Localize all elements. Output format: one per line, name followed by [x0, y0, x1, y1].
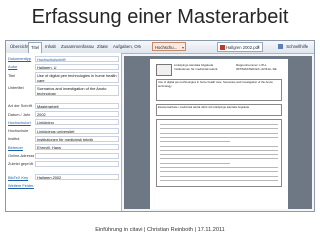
pdf-icon [220, 45, 225, 50]
pdf-tab-label: Hallgren 2002.pdf [226, 45, 260, 50]
close-icon[interactable]: × [257, 43, 260, 51]
form-row: Datum / Jahr 2002 [6, 111, 121, 119]
pdf-text-line [160, 132, 278, 134]
pdf-text-line [160, 171, 278, 173]
pdf-text-line [160, 154, 278, 156]
field-label[interactable]: BibTeX Key [8, 174, 34, 181]
field-input[interactable]: Linköpings universitet [35, 127, 119, 134]
pdf-report-number: Rapportnummer: LiTH-IMT/MASTER-EX--02/31… [236, 63, 277, 71]
slide-title: Erfassung einer Masterarbeit [31, 6, 289, 28]
field-input[interactable]: Masterarbeit [35, 102, 119, 109]
pdf-text-line [160, 175, 278, 177]
form-row: Institut Institutionen för medicinsk tekn… [6, 135, 121, 143]
field-input[interactable]: Institutionen för medicinsk teknik [35, 135, 119, 142]
field-label: Datum / Jahr [8, 111, 31, 117]
pdf-text-line [160, 149, 278, 151]
chevron-down-icon: ▾ [181, 45, 184, 50]
pdf-page: Linköpings tekniska högskola Institution… [150, 59, 288, 209]
form-row: Hochschulort Linköping [6, 119, 121, 127]
tab-tasks[interactable]: Aufgaben, Orte [111, 42, 141, 52]
quick-help-button[interactable]: Schnellhilfe [278, 42, 308, 52]
field-input[interactable]: Scenarios and investigation of the Anoto… [35, 84, 119, 96]
field-label[interactable]: Dokumenttyp [8, 55, 34, 62]
tab-abstract[interactable]: Zusammenfassung [59, 42, 94, 52]
citavi-window: Übersicht Titel Inhalt Zusammenfassung Z… [5, 40, 315, 212]
field-input[interactable] [35, 160, 119, 167]
form-row: Autor Hallgren, U [6, 63, 121, 71]
field-label[interactable]: Weitere Felder... [8, 182, 34, 189]
pdf-text-line [160, 141, 230, 143]
form-row: Weitere Felder... [6, 182, 121, 190]
pdf-abstract-box [156, 119, 282, 187]
pdf-text-line [160, 162, 230, 164]
pdf-info-box: Examensarbete i medicinsk teknik utfört … [156, 104, 282, 116]
field-label[interactable]: Betreuer [8, 144, 34, 151]
form-row: Hochschule Linköpings universitet [6, 127, 121, 135]
field-label[interactable]: Autor [8, 63, 34, 70]
help-icon [278, 44, 283, 50]
pdf-tab[interactable]: Hallgren 2002.pdf × [217, 42, 263, 52]
pdf-text-line [160, 136, 278, 138]
form-row: Titel Use of digital pen technologies in … [6, 72, 121, 84]
field-input[interactable]: Hallgren 2002 [35, 174, 119, 181]
tab-content[interactable]: Inhalt [43, 42, 58, 52]
form-row: Untertitel Scenarios and investigation of… [6, 84, 121, 96]
pdf-title-box: Use of digital pen technologies in home … [156, 79, 282, 101]
field-input[interactable]: Hochschulschrift [35, 55, 119, 62]
quick-help-label: Schnellhilfe [286, 44, 309, 49]
pdf-text-line [160, 145, 278, 147]
field-label: Art der Schrift [8, 103, 32, 109]
reference-type-label: Hochschu... [155, 45, 178, 50]
field-input[interactable]: Hallgren, U [35, 63, 119, 70]
field-input[interactable]: 2002 [35, 111, 119, 117]
form-row: Betreuer Ehrnvill, Hans [6, 144, 121, 152]
form-row: BibTeX Key Hallgren 2002 [6, 174, 121, 182]
reference-type-dropdown[interactable]: Hochschu... ▾ [152, 42, 186, 51]
pdf-text-line [160, 167, 278, 168]
pdf-preview[interactable]: Linköpings tekniska högskola Institution… [124, 56, 312, 209]
form-row: Online-Adresse [6, 152, 121, 160]
field-label: Online-Adresse [8, 153, 34, 158]
pdf-university: Linköpings tekniska högskola Institution… [174, 63, 218, 71]
reference-form: Dokumenttyp Hochschulschrift Autor Hallgren… [6, 53, 122, 211]
field-label: Titel [8, 72, 16, 78]
pdf-text-line [160, 179, 278, 181]
field-label: Institut [8, 136, 20, 142]
form-row: Zuletzt geprüft am [6, 160, 121, 168]
field-label[interactable]: Hochschulort [8, 119, 34, 126]
form-row: Art der Schrift Masterarbeit [6, 102, 121, 110]
field-input[interactable]: Ehrnvill, Hans [35, 144, 119, 151]
field-label: Zuletzt geprüft am [8, 161, 34, 167]
pdf-text-line [160, 128, 278, 130]
field-input[interactable]: Use of digital pen technologies in home … [35, 72, 119, 84]
slide-footer: Einführung in citavi | Christian Reinbot… [95, 227, 225, 233]
university-logo [156, 64, 172, 76]
field-label: Untertitel [8, 85, 24, 91]
pdf-text-line [160, 124, 278, 125]
tab-overview[interactable]: Übersicht [8, 42, 28, 52]
tab-title[interactable]: Titel [28, 42, 42, 53]
field-input[interactable] [35, 152, 119, 159]
pdf-text-line [160, 158, 278, 160]
tab-quotations[interactable]: Zitate [95, 42, 110, 52]
field-label: Hochschule [8, 128, 29, 134]
form-row: Dokumenttyp Hochschulschrift [6, 55, 121, 63]
field-input[interactable]: Linköping [35, 119, 119, 126]
